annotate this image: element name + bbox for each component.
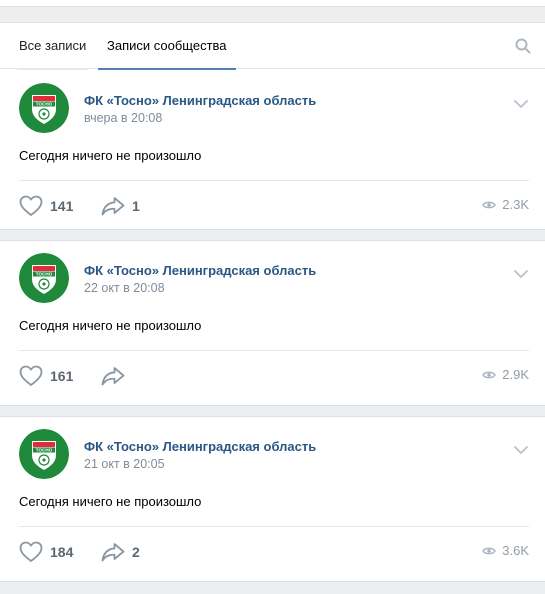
like-button[interactable]: 184: [19, 540, 73, 564]
like-button[interactable]: 161: [19, 364, 73, 388]
tab-community-posts[interactable]: Записи сообщества: [98, 23, 236, 70]
previous-post-edge: [0, 0, 545, 7]
post-text: Сегодня ничего не произошло: [19, 148, 202, 163]
heart-icon: [19, 365, 43, 386]
like-count: 161: [50, 368, 74, 384]
views-counter: 2.9K: [482, 367, 529, 382]
divider: [19, 350, 529, 351]
wall-card: ТОСНО ФК «Тосно» Ленинградская область 2…: [0, 240, 545, 406]
share-count: 2: [132, 544, 140, 560]
share-arrow-icon: [101, 367, 125, 386]
community-avatar[interactable]: ТОСНО: [19, 429, 69, 479]
views-count: 2.9K: [502, 367, 529, 382]
tab-all-posts[interactable]: Все записи: [13, 23, 92, 70]
views-counter: 3.6K: [482, 543, 529, 558]
divider: [19, 526, 529, 527]
community-avatar[interactable]: ТОСНО: [19, 83, 69, 133]
chevron-down-icon[interactable]: [514, 442, 528, 454]
post-date-link[interactable]: вчера в 20:08: [84, 111, 162, 125]
share-arrow-icon: [101, 197, 125, 216]
community-name-link[interactable]: ФК «Тосно» Ленинградская область: [84, 439, 316, 454]
community-avatar[interactable]: ТОСНО: [19, 253, 69, 303]
post: ТОСНО ФК «Тосно» Ленинградская область 2…: [0, 239, 545, 400]
post-date-link[interactable]: 22 окт в 20:08: [84, 281, 165, 295]
share-arrow-icon: [101, 543, 125, 562]
chevron-down-icon[interactable]: [514, 96, 528, 108]
heart-icon: [19, 541, 43, 562]
tosno-logo-icon: ТОСНО: [19, 429, 69, 479]
post: ТОСНО ФК «Тосно» Ленинградская область 2…: [0, 415, 545, 576]
community-name-link[interactable]: ФК «Тосно» Ленинградская область: [84, 263, 316, 278]
tosno-logo-icon: ТОСНО: [19, 253, 69, 303]
post-date-link[interactable]: 21 окт в 20:05: [84, 457, 165, 471]
chevron-down-icon[interactable]: [514, 266, 528, 278]
tosno-logo-icon: ТОСНО: [19, 83, 69, 133]
svg-text:ТОСНО: ТОСНО: [36, 272, 53, 277]
share-button[interactable]: 1: [101, 194, 140, 218]
wall-card: ТОСНО ФК «Тосно» Ленинградская область 2…: [0, 416, 545, 582]
share-button[interactable]: [101, 364, 132, 388]
views-counter: 2.3K: [482, 197, 529, 212]
heart-icon: [19, 195, 43, 216]
like-count: 184: [50, 544, 74, 560]
svg-text:ТОСНО: ТОСНО: [36, 102, 53, 107]
post-text: Сегодня ничего не произошло: [19, 494, 202, 509]
like-button[interactable]: 141: [19, 194, 73, 218]
eye-icon: [482, 371, 497, 378]
views-count: 2.3K: [502, 197, 529, 212]
post-text: Сегодня ничего не произошло: [19, 318, 202, 333]
divider: [19, 180, 529, 181]
wall-tabs: Все записи Записи сообщества: [0, 23, 545, 70]
wall-card: Все записи Записи сообщества ТОСНО ФК «Т…: [0, 22, 545, 230]
eye-icon: [482, 547, 497, 554]
share-count: 1: [132, 198, 140, 214]
like-count: 141: [50, 198, 74, 214]
share-button[interactable]: 2: [101, 540, 140, 564]
post: ТОСНО ФК «Тосно» Ленинградская область в…: [0, 69, 545, 230]
views-count: 3.6K: [502, 543, 529, 558]
svg-text:ТОСНО: ТОСНО: [36, 448, 53, 453]
eye-icon: [482, 201, 497, 208]
community-name-link[interactable]: ФК «Тосно» Ленинградская область: [84, 93, 316, 108]
search-icon[interactable]: [515, 38, 531, 54]
